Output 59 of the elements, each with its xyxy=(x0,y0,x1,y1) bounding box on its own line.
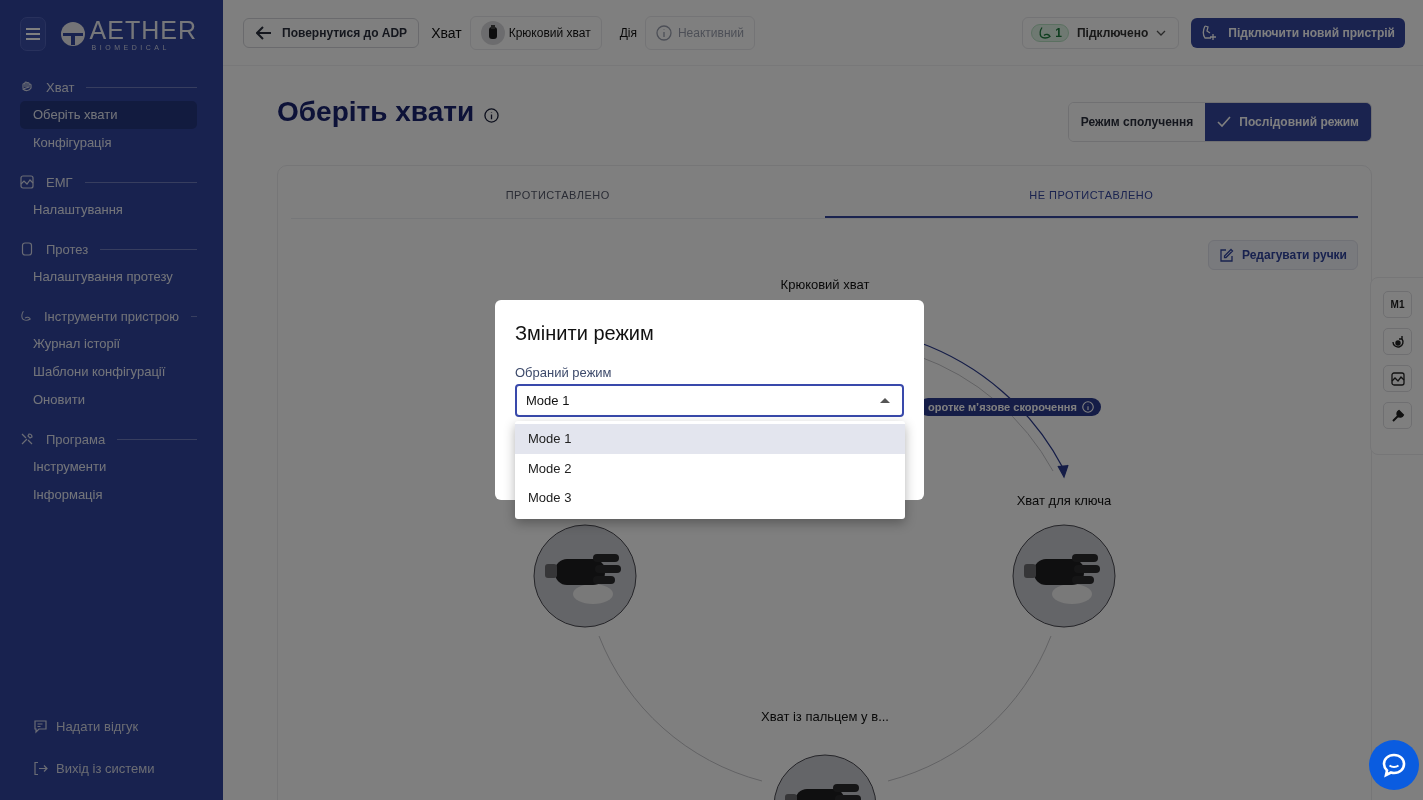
footer-link[interactable]: Вихід із системи xyxy=(33,758,197,778)
section-title: Хват xyxy=(46,79,75,95)
page-title: Оберіть хвати xyxy=(277,96,475,128)
grip-label: Хват xyxy=(431,24,462,41)
field-label: Обраний режим xyxy=(515,365,613,380)
edit-icon xyxy=(1218,247,1234,263)
dialog-title: Змінити режим xyxy=(515,322,655,345)
tab[interactable]: ПРОТИСТАВЛЕНО xyxy=(291,166,825,218)
mode-button[interactable]: M1 xyxy=(1383,291,1412,318)
menu-button[interactable] xyxy=(20,17,46,51)
dropdown-option[interactable]: Mode 3 xyxy=(515,483,905,513)
nav-item[interactable]: Інформація xyxy=(20,481,197,509)
section-title: ЕМГ xyxy=(46,174,73,190)
caret-icon xyxy=(880,398,890,403)
check-icon xyxy=(1217,116,1232,128)
arrow-left-icon xyxy=(256,25,272,40)
section-icon xyxy=(20,80,34,94)
nav-item[interactable]: Оновити xyxy=(20,386,197,414)
dropdown-option[interactable]: Mode 1 xyxy=(515,424,905,454)
nav-item[interactable]: Інструменти xyxy=(20,453,197,481)
info-icon xyxy=(484,107,500,123)
grip-chip: Крюковий хват xyxy=(469,15,602,50)
nav-item[interactable]: Конфігурація xyxy=(20,129,197,157)
info-icon xyxy=(655,24,672,41)
feedback-icon xyxy=(33,718,48,734)
section-icon xyxy=(20,175,34,189)
chevron-down-icon xyxy=(1156,29,1167,36)
footer-link[interactable]: Надати відгук xyxy=(33,716,197,736)
chart-icon[interactable] xyxy=(1383,365,1412,392)
grip-label: Хват для ключа xyxy=(1016,492,1112,508)
nav-item[interactable]: Налаштування протезу xyxy=(20,263,197,291)
grip-label: Хват із пальцем у в... xyxy=(761,708,889,724)
nav-item[interactable]: Налаштування xyxy=(20,196,197,224)
section-title: Програма xyxy=(46,431,106,447)
nav-item[interactable]: Оберіть хвати xyxy=(20,101,197,129)
device-dropdown[interactable]: 1 Підключено xyxy=(1022,16,1180,49)
logout-icon xyxy=(33,760,48,776)
section-title: Інструменти пристрою xyxy=(43,308,179,324)
menu-icon xyxy=(24,28,41,40)
nav-item[interactable]: Журнал історії xyxy=(20,330,197,358)
section-icon xyxy=(20,242,34,256)
section-icon xyxy=(20,432,34,446)
edit-button[interactable]: Редагувати ручки xyxy=(1207,240,1358,270)
rotate-icon[interactable] xyxy=(1383,328,1412,355)
nav-item[interactable]: Шаблони конфігурації xyxy=(20,358,197,386)
section-title: Протез xyxy=(46,241,89,257)
mode-select[interactable]: Mode 1 xyxy=(515,384,904,417)
wrench-icon[interactable] xyxy=(1383,402,1412,429)
section-icon xyxy=(20,309,32,323)
back-button[interactable]: Повернутися до ADP xyxy=(243,17,420,48)
arm-icon xyxy=(1038,25,1053,40)
connect-device-button[interactable]: Підключити новий пристрій xyxy=(1191,17,1405,48)
mode-toggle-button[interactable]: Послідовний режим xyxy=(1205,103,1371,141)
dropdown-option[interactable]: Mode 2 xyxy=(515,453,905,483)
action-label: Дія xyxy=(619,25,637,40)
chat-button[interactable] xyxy=(1369,740,1419,790)
chat-icon xyxy=(1381,752,1407,778)
tab[interactable]: НЕ ПРОТИСТАВЛЕНО xyxy=(824,166,1358,218)
grip-label: Крюковий хват xyxy=(780,276,870,292)
